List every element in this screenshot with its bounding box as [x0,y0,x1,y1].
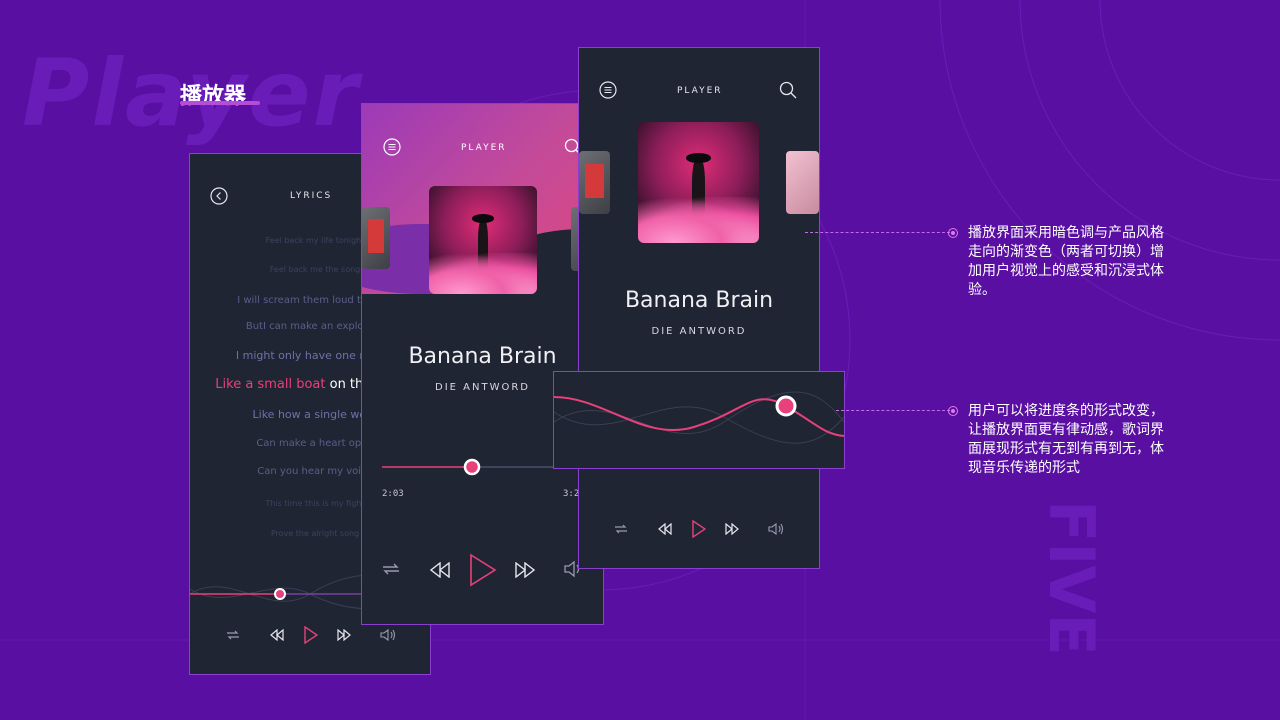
lyric-highlight: Like a small boat [215,377,326,392]
artist-name: DIE ANTWORD [651,326,747,337]
player-header: PLAYER [677,86,723,96]
wave-progress[interactable] [553,372,845,468]
title-underline [180,101,260,105]
prev-album-thumb[interactable] [362,207,390,269]
menu-icon[interactable] [599,81,617,99]
time-elapsed: 2:03 [382,489,404,499]
album-art [638,122,759,243]
repeat-icon[interactable] [225,628,241,642]
rewind-icon[interactable] [430,562,450,578]
volume-icon[interactable] [380,628,396,642]
next-album-thumb[interactable] [786,151,819,214]
forward-icon[interactable] [515,562,535,578]
page-title: 播放器 [180,84,247,109]
prev-album-thumb[interactable] [579,151,610,214]
player-header: PLAYER [461,143,507,153]
play-icon[interactable] [692,520,706,538]
note-wave-progress: 用户可以将进度条的形式改变，让播放界面更有律动感，歌词界面展现形式有无到有再到无… [968,403,1164,476]
play-icon[interactable] [304,626,318,644]
rewind-icon[interactable] [270,629,284,641]
callout-dot-1 [948,228,958,238]
menu-icon[interactable] [383,138,401,156]
time-total: 3:2 [563,489,580,499]
album-cloud [638,197,759,243]
album-cloud [429,252,537,294]
album-hat [686,153,711,164]
callout-line-2 [836,410,950,411]
song-title: Banana Brain [624,288,774,313]
back-icon[interactable] [210,187,228,205]
play-icon[interactable] [469,553,497,587]
note-dark-theme: 播放界面采用暗色调与产品风格走向的渐变色（两者可切换）增加用户视觉上的感受和沉浸… [968,225,1164,298]
callout-dot-2 [948,406,958,416]
rewind-icon[interactable] [658,523,672,535]
forward-icon[interactable] [725,523,739,535]
volume-icon[interactable] [768,522,784,536]
gradient-player-screen: PLAYER Banana Brain DIE ANTWORD 2:03 3:2 [361,103,604,625]
wave-progress-overlay[interactable] [553,371,845,469]
song-title: Banana Brain [408,344,557,369]
forward-icon[interactable] [337,629,351,641]
lyrics-header: LYRICS [290,191,333,201]
repeat-icon[interactable] [381,560,401,578]
dark-player-screen: PLAYER Banana Brain DIE ANTWORD [578,47,820,569]
repeat-icon[interactable] [613,522,629,536]
album-hat [472,214,494,223]
album-art [429,186,537,294]
callout-line-1 [805,232,950,233]
search-icon[interactable] [779,81,797,99]
five-watermark: FIVE [1035,500,1108,656]
